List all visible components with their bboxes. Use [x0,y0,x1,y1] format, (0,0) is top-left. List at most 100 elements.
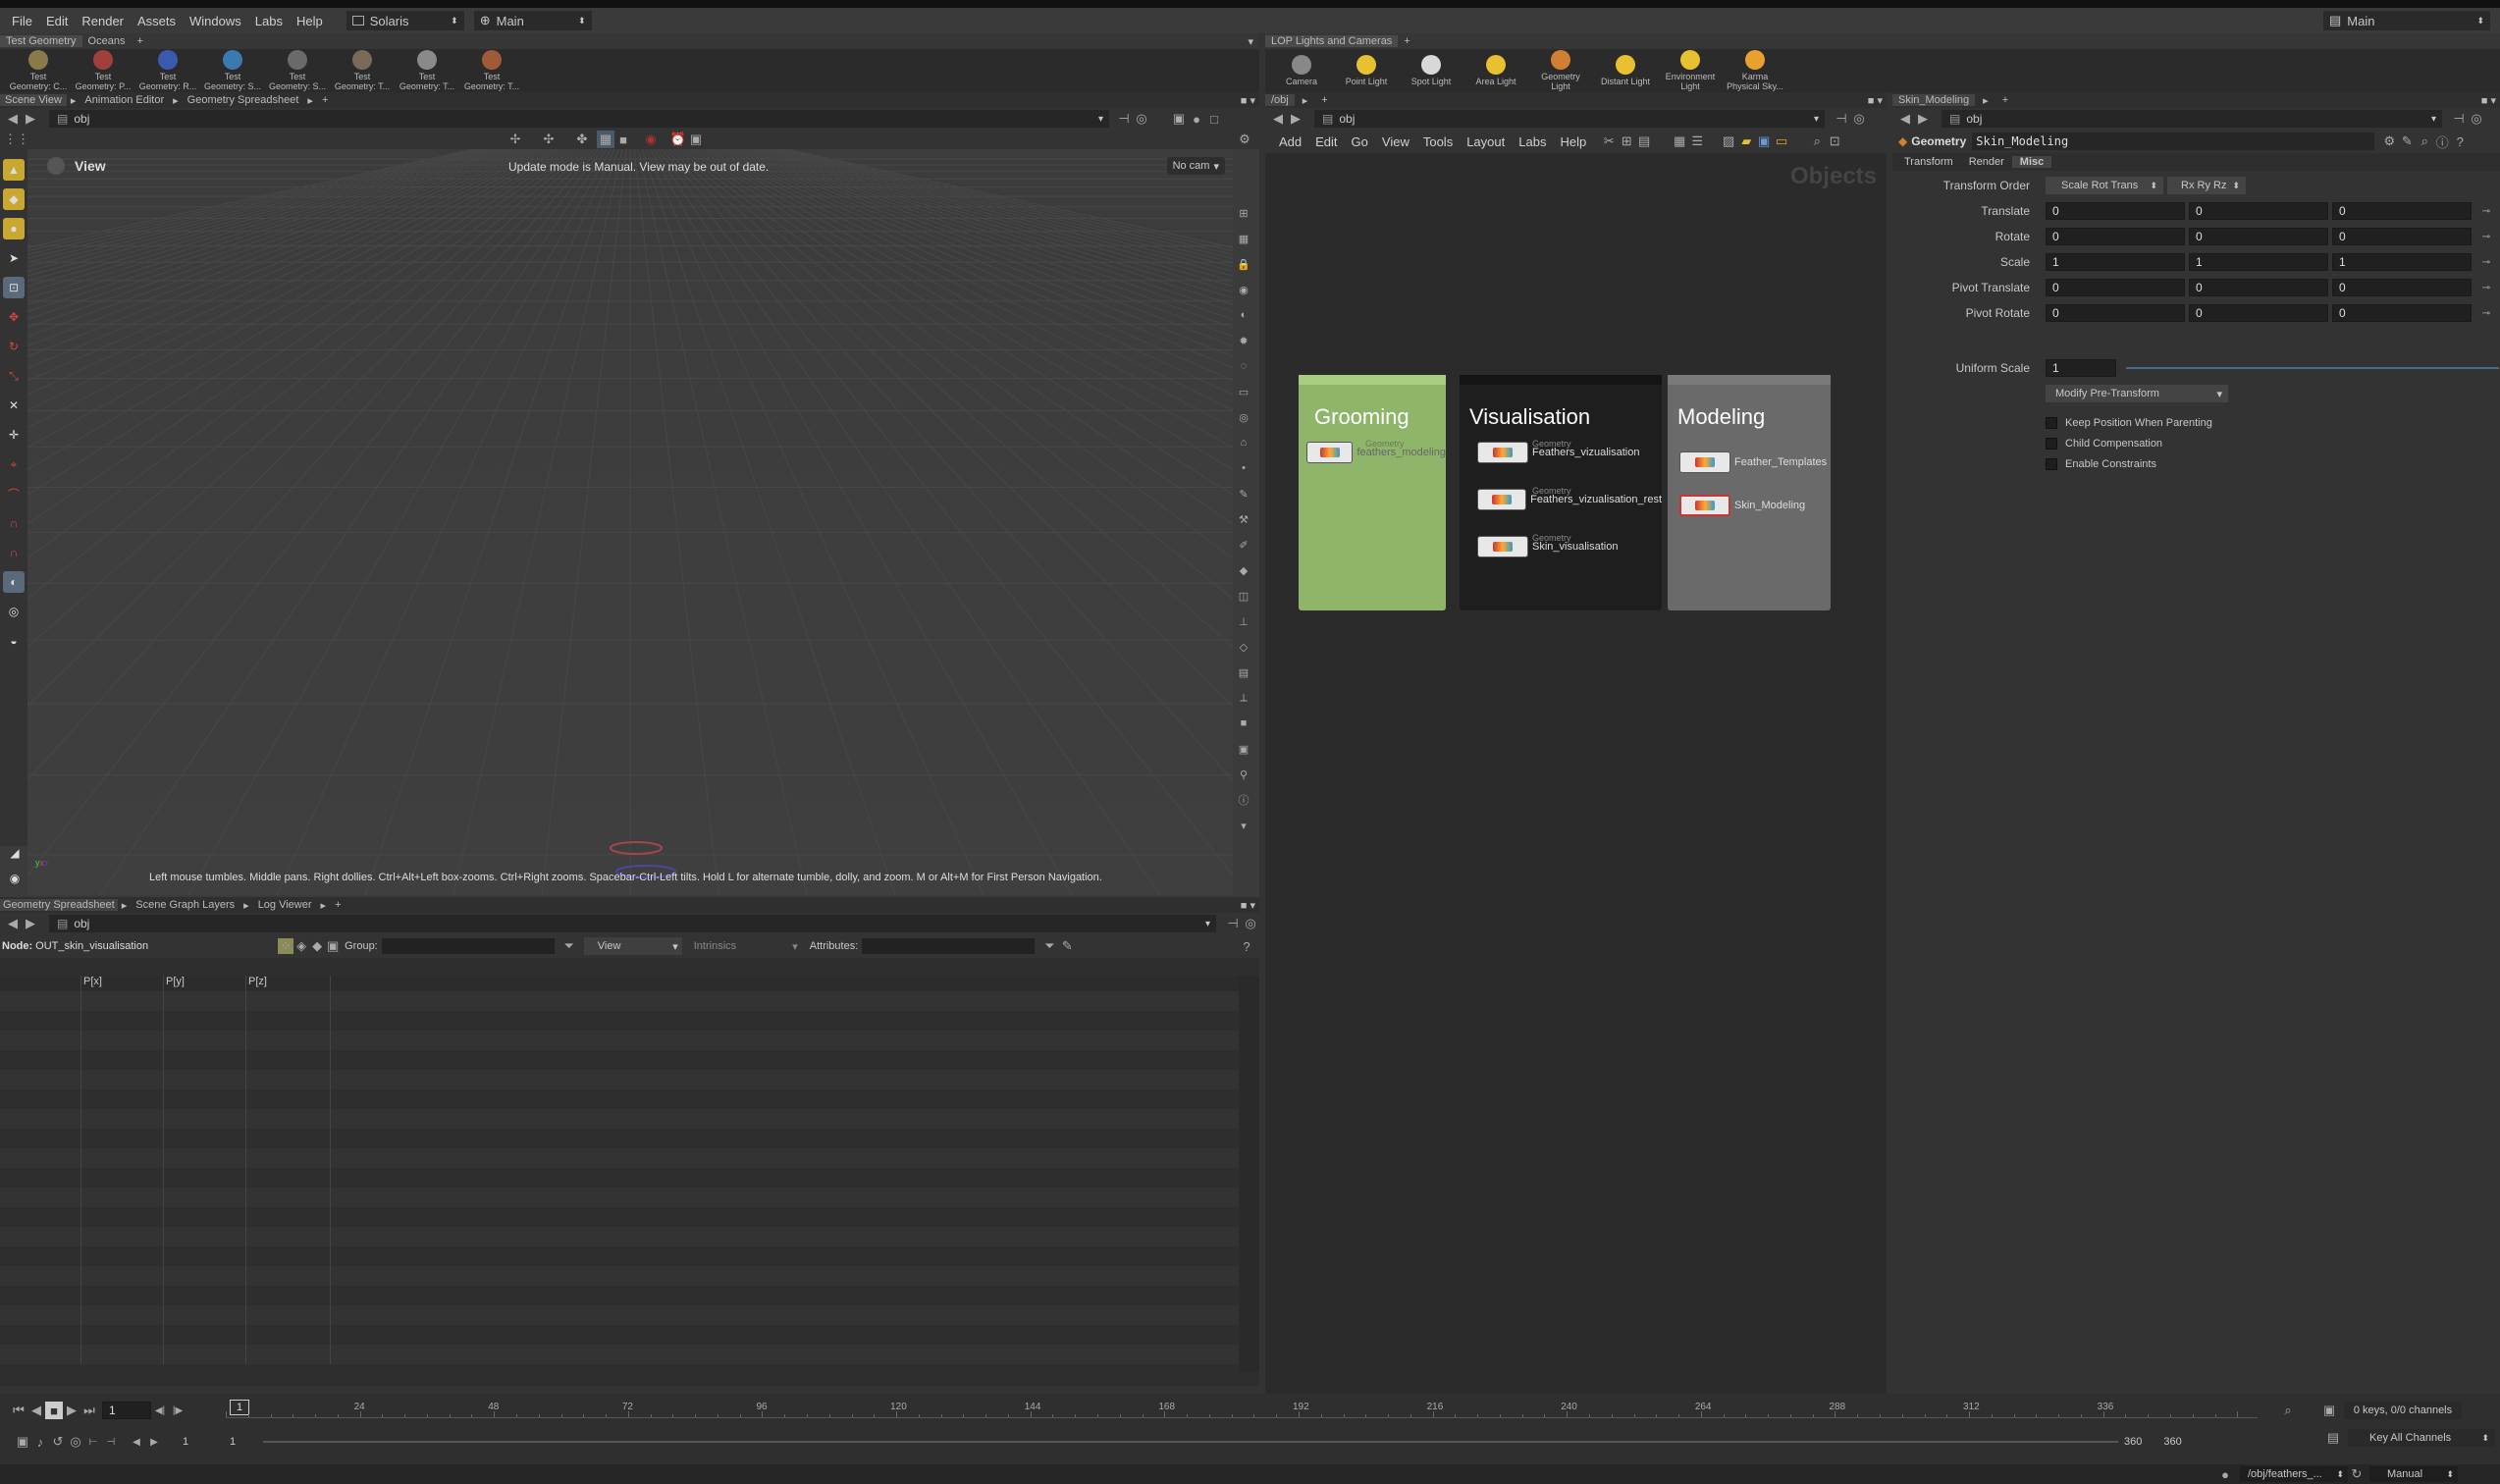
link-icon[interactable]: ◎ [1133,110,1150,128]
transform-order-select[interactable]: Scale Rot Trans ⬍ [2046,177,2163,194]
spreadsheet-path-field[interactable]: ▤ obj ▾ [48,915,1217,932]
menu-render[interactable]: Render [81,14,124,28]
film-icon[interactable]: ▤ [1235,663,1252,681]
shelf-right-tool-3[interactable]: Area Light [1463,55,1528,86]
param-field[interactable]: 0 [2046,304,2185,322]
light-icon[interactable]: ✹ [1235,332,1252,349]
shading-icon[interactable]: ◐ [1235,306,1252,324]
node-feathers-modeling[interactable]: feathers_modeling Geometry [1306,439,1446,463]
measure-icon[interactable]: ⟂ [1235,689,1252,707]
current-frame-field[interactable]: 1 [102,1402,151,1419]
key-param-icon[interactable]: ⊸ [2477,253,2495,271]
range-slider[interactable] [263,1441,2118,1443]
network-menu-layout[interactable]: Layout [1466,134,1505,149]
key-param-icon[interactable]: ⊸ [2477,279,2495,296]
snap-point-icon[interactable]: ✤ [573,131,591,148]
search-icon[interactable]: ⌕ [1808,132,1826,150]
key-param-icon[interactable]: ⊸ [2477,304,2495,322]
wrench-icon[interactable]: ⚒ [1235,510,1252,528]
edit-icon[interactable]: ✎ [1058,937,1076,955]
select-mode-icon[interactable]: ▲ [3,159,25,181]
bg-icon[interactable]: ▭ [1235,383,1252,400]
snap-prim-icon[interactable]: ✣ [540,131,558,148]
uniform-scale-field[interactable]: 1 [2046,359,2116,377]
param-field[interactable]: 0 [2046,228,2185,245]
grid-menu-icon[interactable]: ⋮⋮ [4,131,29,148]
pretransform-menu[interactable]: Modify Pre-Transform ▾ [2046,385,2228,402]
network-box-modeling[interactable]: Modeling Feather_Templates Skin_Modeling [1668,375,1831,610]
help-icon[interactable]: ? [2451,132,2469,150]
shelf-tab-lop-lights[interactable]: LOP Lights and Cameras [1265,35,1399,47]
shelf-left-tool-2[interactable]: Test Geometry: R... [135,50,200,91]
vertical-scrollbar[interactable] [1239,976,1259,1372]
pointer-tool-icon[interactable]: ➤ [3,247,25,269]
grid-icon[interactable]: ▦ [1235,230,1252,247]
brush-icon[interactable]: ✎ [2398,132,2416,150]
step-back-icon[interactable]: ◀ [27,1402,45,1419]
snapshot-tool-icon[interactable]: ◉ [4,868,26,889]
draw-icon[interactable]: ✎ [1235,485,1252,503]
jump-start-icon[interactable]: ⏮ [10,1402,27,1419]
magnet2-tool-icon[interactable]: ∩ [3,542,25,563]
lock-icon[interactable]: 🔒 [1235,255,1252,273]
tree-icon[interactable]: ⊞ [1618,132,1635,150]
network-menu-view[interactable]: View [1382,134,1410,149]
network-menu-go[interactable]: Go [1352,134,1368,149]
back-icon[interactable]: ◀ [4,110,22,128]
rotate-order-select[interactable]: Rx Ry Rz ⬍ [2167,177,2246,194]
snapshot-icon[interactable]: ▣ [687,131,705,148]
keep-position-row[interactable]: Keep Position When Parenting [2046,412,2212,433]
range-prev-icon[interactable]: ◀ [128,1433,145,1451]
display-icon[interactable]: ▣ [1170,110,1188,128]
tab-scene-view[interactable]: Scene View [0,94,67,106]
param-field[interactable]: 0 [2046,279,2185,296]
paint-icon[interactable]: ✐ [1235,536,1252,554]
param-field[interactable]: 0 [2189,279,2328,296]
pin-icon[interactable]: ⊣ [2450,110,2468,128]
main-context-select[interactable]: ▤ Main ⬍ [2323,11,2490,30]
enable-constraints-row[interactable]: Enable Constraints [2046,453,2212,474]
link-icon[interactable]: ◎ [2468,110,2485,128]
arrow-down-icon[interactable]: ▾ [1235,817,1252,834]
forward-icon[interactable]: ▶ [22,915,39,932]
window-icon[interactable]: □ [1205,110,1223,128]
shelf-left-tool-4[interactable]: Test Geometry: S... [265,50,330,91]
range-start-value[interactable]: 1 [183,1436,222,1448]
menu-edit[interactable]: Edit [46,14,68,28]
filter-icon[interactable]: ⏷ [1040,937,1058,955]
key-all-select[interactable]: Key All Channels ⬍ [2348,1429,2495,1447]
camera-icon[interactable]: ◎ [1235,408,1252,426]
menu-help[interactable]: Help [296,14,323,28]
search-icon[interactable]: ⌕ [2416,132,2433,150]
network-menu-tools[interactable]: Tools [1423,134,1453,149]
network-menu-help[interactable]: Help [1560,134,1586,149]
pane-layout-icon[interactable]: ■ ▾ [1868,94,1883,107]
forward-icon[interactable]: ▶ [22,110,39,128]
filter-icon[interactable]: ⏷ [560,937,578,955]
pin-icon[interactable]: ⚲ [1235,766,1252,783]
home-icon[interactable]: ⌂ [1235,434,1252,451]
tab-log-viewer[interactable]: Log Viewer [253,899,317,911]
network-box-grooming[interactable]: Grooming feathers_modeling Geometry [1299,375,1446,610]
shelf-left-tool-3[interactable]: Test Geometry: S... [200,50,265,91]
tab-animation-editor[interactable]: Animation Editor [80,94,169,106]
sync-icon[interactable]: ◎ [67,1433,84,1451]
menu-assets[interactable]: Assets [137,14,176,28]
grid-view-icon[interactable]: ▦ [1671,132,1688,150]
detail-class-icon[interactable]: ▣ [325,938,341,954]
tab-skin-modeling[interactable]: Skin_Modeling [1892,94,1976,106]
enable-constraints-checkbox[interactable] [2046,457,2057,470]
add-tab-icon[interactable]: + [330,899,346,911]
audio-icon[interactable]: ♪ [31,1433,49,1451]
node-skin-modeling[interactable]: Skin_Modeling [1679,495,1831,516]
pin-icon[interactable]: ⊣ [1224,915,1242,932]
shelf-right-tool-7[interactable]: Karma Physical Sky... [1723,50,1787,91]
param-field[interactable]: 0 [2332,202,2472,220]
snap-icon[interactable]: ▨ [1720,132,1737,150]
link-icon[interactable]: ◎ [1850,110,1868,128]
network-canvas[interactable]: Objects Grooming feathers_modeling Geome… [1265,153,1887,1398]
desktop-select[interactable]: Solaris ⬍ [346,11,464,30]
viewer-path-field[interactable]: ▤ obj ▾ [49,110,1109,128]
range-end-value[interactable]: 360 [2124,1436,2142,1448]
info-icon[interactable]: ⓘ [2433,132,2451,150]
